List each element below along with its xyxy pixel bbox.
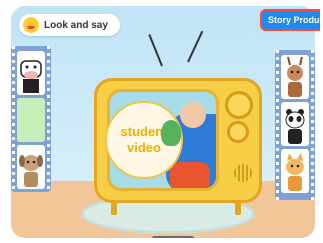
cow-card[interactable] xyxy=(17,51,45,95)
tv-leg xyxy=(235,201,241,215)
panda-card[interactable] xyxy=(281,102,309,146)
cow-icon xyxy=(20,60,42,93)
panda-icon xyxy=(285,109,305,144)
tv-speaker xyxy=(234,164,252,182)
cat-card[interactable] xyxy=(281,149,309,193)
tv-knob xyxy=(227,121,249,143)
scene: Look and say student video xyxy=(11,6,315,238)
empty-slot[interactable] xyxy=(17,98,45,142)
header-pill: Look and say xyxy=(19,14,120,36)
dog-card[interactable] xyxy=(17,145,45,189)
left-film-strip xyxy=(11,46,51,192)
page-indicator: • • • xyxy=(151,236,195,238)
figure-head xyxy=(180,102,206,128)
smiley-logo-icon xyxy=(23,17,39,33)
dog-icon xyxy=(19,155,43,187)
reindeer-icon xyxy=(287,56,303,97)
tv-leg xyxy=(111,201,117,215)
right-film-strip xyxy=(275,50,315,200)
story-produce-button[interactable]: Story Produc xyxy=(260,9,320,31)
tv-knob xyxy=(225,91,253,119)
page-title: Look and say xyxy=(44,19,108,31)
figure-shirt xyxy=(170,162,210,188)
frog-icon xyxy=(161,120,181,146)
cat-icon xyxy=(286,153,304,191)
reindeer-card[interactable] xyxy=(281,55,309,99)
